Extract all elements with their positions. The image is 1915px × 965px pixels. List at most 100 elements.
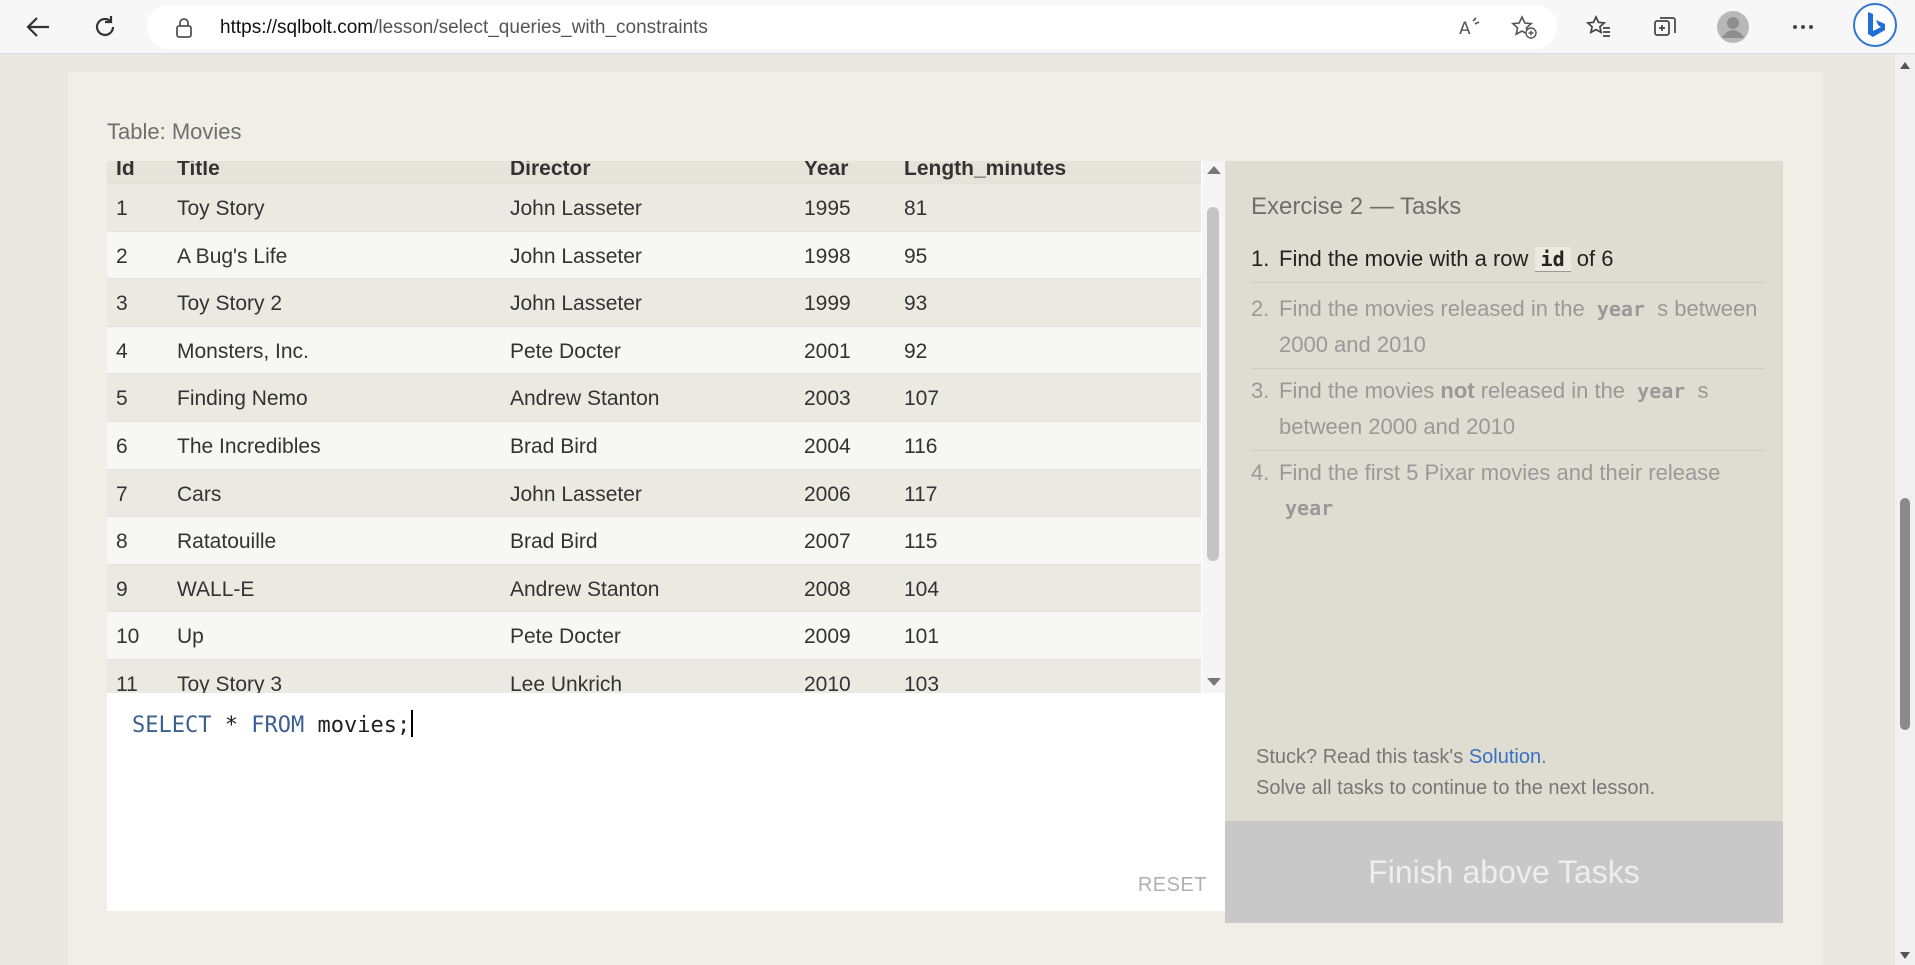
table-row: 10 Up Pete Docter 2009 101: [107, 612, 1201, 660]
favorites-icon[interactable]: [1582, 10, 1616, 44]
cell-id: 3: [116, 292, 128, 316]
page-scrollbar[interactable]: [1895, 54, 1915, 965]
cell-id: 8: [116, 530, 128, 554]
url-path: /lesson/select_queries_with_constraints: [373, 17, 708, 38]
cell-year: 2001: [804, 339, 851, 363]
table-row: 8 Ratatouille Brad Bird 2007 115: [107, 517, 1201, 565]
cell-id: 1: [116, 197, 128, 220]
cell-year: 2007: [804, 530, 851, 554]
url-text: https://sqlbolt.com/lesson/select_querie…: [220, 17, 708, 39]
cell-title: WALL-E: [177, 577, 255, 601]
cell-title: The Incredibles: [177, 434, 321, 458]
tasks-panel: Exercise 2 — Tasks 1. Find the movie wit…: [1225, 161, 1783, 823]
table-row: 7 Cars John Lasseter 2006 117: [107, 469, 1201, 518]
cell-director: John Lasseter: [510, 292, 642, 316]
task-text-pre: Find the first 5 Pixar movies and their …: [1279, 460, 1721, 485]
cell-title: Toy Story 2: [177, 292, 283, 316]
collections-icon[interactable]: [1648, 10, 1682, 44]
table-scrollbar-thumb[interactable]: [1207, 207, 1219, 561]
refresh-button[interactable]: [85, 7, 125, 47]
cell-title: Cars: [177, 482, 222, 506]
cell-id: 4: [116, 339, 128, 363]
sql-editor[interactable]: SELECT * FROM movies; RESET: [107, 693, 1225, 911]
lock-icon: [176, 18, 192, 38]
cell-year: 2003: [804, 387, 851, 411]
sql-keyword-select: SELECT: [132, 713, 212, 738]
sql-table-name: movies;: [317, 713, 411, 738]
add-favorite-icon[interactable]: [1511, 15, 1537, 39]
address-bar[interactable]: https://sqlbolt.com/lesson/select_querie…: [147, 5, 1557, 49]
cell-length: 116: [904, 434, 938, 458]
col-header-year: Year: [804, 161, 849, 180]
task-text-post: of 6: [1570, 246, 1614, 271]
cell-length: 107: [904, 387, 940, 411]
cell-title: Toy Story 3: [177, 672, 283, 693]
cell-year: 2004: [804, 434, 851, 458]
cell-title: Finding Nemo: [177, 387, 308, 411]
finish-tasks-button[interactable]: Finish above Tasks: [1225, 821, 1783, 923]
page-scroll-up-icon[interactable]: [1900, 62, 1910, 69]
cell-director: John Lasseter: [510, 482, 642, 506]
cell-id: 6: [116, 434, 128, 458]
cell-director: Andrew Stanton: [510, 387, 660, 411]
tasks-title: Exercise 2 — Tasks: [1251, 193, 1462, 220]
col-header-director: Director: [510, 161, 591, 180]
solution-link[interactable]: Solution: [1469, 746, 1541, 768]
bing-copilot-icon[interactable]: [1852, 2, 1898, 48]
cell-year: 2009: [804, 625, 851, 649]
task-text-pre: Find the movies released in the: [1279, 296, 1591, 321]
reset-button[interactable]: RESET: [1138, 874, 1207, 897]
sql-query-text[interactable]: SELECT * FROM movies;: [132, 710, 414, 738]
svg-text:A: A: [1459, 19, 1471, 39]
cell-length: 93: [904, 292, 928, 316]
cell-year: 1999: [804, 292, 851, 316]
code-id: id: [1534, 247, 1571, 272]
results-table: Id Title Director Year Length_minutes 1 …: [107, 161, 1225, 693]
back-button[interactable]: [18, 7, 58, 47]
cell-id: 5: [116, 387, 128, 411]
cell-year: 2008: [804, 577, 851, 601]
cell-title: Monsters, Inc.: [177, 339, 309, 363]
task-item-4: 4. Find the first 5 Pixar movies and the…: [1251, 455, 1765, 529]
task-text: Find the movies not released in the year…: [1279, 373, 1765, 444]
col-header-id: Id: [116, 161, 135, 180]
profile-avatar-icon[interactable]: [1716, 10, 1750, 44]
cell-year: 1995: [804, 197, 851, 220]
page-viewport: Table: Movies Id Title Director Year Len…: [0, 54, 1895, 965]
task-text-pre: Find the movies: [1279, 378, 1441, 403]
stuck-period: .: [1541, 746, 1547, 768]
table-row: 6 The Incredibles Brad Bird 2004 116: [107, 421, 1201, 470]
table-scrollbar[interactable]: [1202, 161, 1225, 693]
cell-id: 11: [116, 672, 138, 693]
stuck-text: Stuck? Read this task's: [1256, 746, 1469, 768]
cell-director: John Lasseter: [510, 197, 642, 220]
code-year: year: [1637, 379, 1686, 403]
task-emphasis: not: [1440, 378, 1475, 403]
page-scroll-down-icon[interactable]: [1900, 952, 1910, 959]
more-options-icon[interactable]: [1786, 10, 1820, 44]
cell-length: 81: [904, 197, 928, 220]
code-year: year: [1285, 496, 1334, 520]
cell-director: Brad Bird: [510, 530, 598, 554]
scroll-down-arrow-icon[interactable]: [1207, 678, 1221, 686]
cell-length: 103: [904, 672, 940, 693]
read-aloud-icon[interactable]: A: [1457, 15, 1483, 39]
page-scrollbar-thumb[interactable]: [1900, 498, 1910, 730]
task-text-pre: Find the movie with a row: [1279, 246, 1535, 271]
table-header-row: Id Title Director Year Length_minutes: [107, 161, 1201, 184]
cell-length: 95: [904, 244, 928, 268]
cell-title: Up: [177, 625, 204, 649]
scroll-up-arrow-icon[interactable]: [1207, 166, 1221, 174]
results-table-body: Id Title Director Year Length_minutes 1 …: [107, 161, 1201, 693]
browser-toolbar: https://sqlbolt.com/lesson/select_querie…: [0, 0, 1915, 54]
task-number: 4.: [1251, 460, 1270, 485]
cell-director: Pete Docter: [510, 625, 621, 649]
col-header-length: Length_minutes: [904, 161, 1067, 180]
col-header-title: Title: [177, 161, 220, 180]
cell-year: 2006: [804, 482, 851, 506]
sql-keyword-from: FROM: [251, 713, 305, 738]
cell-id: 9: [116, 577, 128, 601]
url-host: https://sqlbolt.com: [220, 17, 374, 38]
cell-title: A Bug's Life: [177, 244, 288, 268]
table-row: 3 Toy Story 2 John Lasseter 1999 93: [107, 279, 1201, 327]
